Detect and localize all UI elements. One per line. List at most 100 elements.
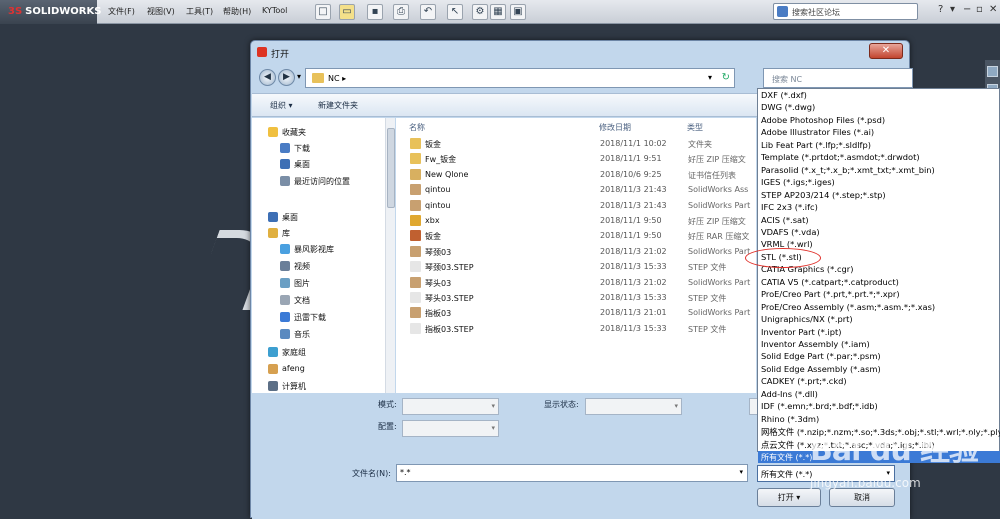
refresh-icon[interactable]: ↻ <box>722 72 730 83</box>
navigation-scrollbar[interactable] <box>385 118 395 393</box>
rebuild-icon[interactable]: ⚙ <box>472 4 488 20</box>
file-type-option[interactable]: Unigraphics/NX (*.prt) <box>761 314 853 326</box>
cancel-button[interactable]: 取消 <box>829 488 895 507</box>
nav-item[interactable]: afeng <box>252 361 380 377</box>
file-type-option[interactable]: CADKEY (*.prt;*.ckd) <box>761 376 847 388</box>
file-name: 钣金 <box>425 140 441 149</box>
display-state-select[interactable]: ▾ <box>585 398 682 415</box>
file-row[interactable]: 钣金 2018/11/1 9:50 好压 RAR 压缩文 <box>396 228 756 243</box>
help-icon[interactable]: ? <box>938 4 943 15</box>
nav-item[interactable]: 文档 <box>252 292 380 308</box>
file-row[interactable]: 指板03.STEP 2018/11/3 15:33 STEP 文件 <box>396 321 756 336</box>
breadcrumb[interactable]: NC ▸ <box>328 74 346 83</box>
open-folder-icon[interactable]: ▭ <box>339 4 355 20</box>
file-row[interactable]: qintou 2018/11/3 21:43 SolidWorks Ass <box>396 182 756 197</box>
file-row[interactable]: 琴颈03.STEP 2018/11/3 15:33 STEP 文件 <box>396 259 756 274</box>
nav-item[interactable]: 下载 <box>252 140 380 156</box>
new-document-icon[interactable]: □ <box>315 4 331 20</box>
file-type-option[interactable]: DWG (*.dwg) <box>761 102 815 114</box>
restore-icon[interactable]: ▫ <box>976 4 983 15</box>
nav-item[interactable]: 暴风影视库 <box>252 241 380 257</box>
address-bar[interactable]: NC ▸ ▾ ↻ <box>305 68 735 88</box>
folder-search-input[interactable]: 搜索 NC <box>763 68 913 88</box>
nav-item[interactable]: 最近访问的位置 <box>252 173 380 189</box>
close-app-icon[interactable]: ✕ <box>989 4 997 15</box>
column-date-header[interactable]: 修改日期 <box>599 118 631 134</box>
config-select[interactable]: ▾ <box>402 420 499 437</box>
file-type-option[interactable]: ProE/Creo Part (*.prt,*.prt.*;*.xpr) <box>761 289 900 301</box>
file-type-option[interactable]: Adobe Illustrator Files (*.ai) <box>761 127 874 139</box>
file-type-option[interactable]: Inventor Assembly (*.iam) <box>761 339 870 351</box>
file-type-option[interactable]: DXF (*.dxf) <box>761 90 807 102</box>
solidworks-logo[interactable]: 3S SOLIDWORKS <box>0 0 101 24</box>
dialog-close-button[interactable]: ✕ <box>869 43 903 59</box>
new-folder-button[interactable]: 新建文件夹 <box>318 100 358 111</box>
menu-kytool[interactable]: KYTool <box>262 6 287 15</box>
scrollbar-thumb[interactable] <box>387 128 395 208</box>
back-icon[interactable]: ◀ <box>259 69 276 86</box>
file-type-option[interactable]: Rhino (*.3dm) <box>761 414 819 426</box>
column-name-header[interactable]: 名称 <box>409 118 425 134</box>
file-row[interactable]: qintou 2018/11/3 21:43 SolidWorks Part <box>396 198 756 213</box>
file-type-option[interactable]: Lib Feat Part (*.lfp;*.sldlfp) <box>761 140 871 152</box>
file-type-option[interactable]: Parasolid (*.x_t;*.x_b;*.xmt_txt;*.xmt_b… <box>761 165 935 177</box>
file-row[interactable]: Fw_钣金 2018/11/1 9:51 好压 ZIP 压缩文 <box>396 151 756 166</box>
file-type-option[interactable]: CATIA V5 (*.catpart;*.catproduct) <box>761 277 899 289</box>
menu-tools[interactable]: 工具(T) <box>186 6 213 17</box>
menu-help[interactable]: 帮助(H) <box>223 6 251 17</box>
file-type-option[interactable]: Adobe Photoshop Files (*.psd) <box>761 115 885 127</box>
file-row[interactable]: 琴颈03 2018/11/3 21:02 SolidWorks Part <box>396 244 756 259</box>
column-type-header[interactable]: 类型 <box>687 118 703 134</box>
file-row[interactable]: 琴头03 2018/11/3 21:02 SolidWorks Part <box>396 275 756 290</box>
help-dropdown-icon[interactable]: ▾ <box>950 4 955 15</box>
nav-item[interactable]: 音乐 <box>252 326 380 342</box>
file-row[interactable]: 指板03 2018/11/3 21:01 SolidWorks Part <box>396 305 756 320</box>
nav-item[interactable]: 收藏夹 <box>252 124 380 140</box>
nav-item[interactable]: 库 <box>252 225 380 241</box>
file-row[interactable]: xbx 2018/11/1 9:50 好压 ZIP 压缩文 <box>396 213 756 228</box>
filename-input[interactable]: *.* ▾ <box>396 464 748 482</box>
open-button[interactable]: 打开 ▾ <box>757 488 821 507</box>
print-icon[interactable]: ⎙ <box>393 4 409 20</box>
file-type-option[interactable]: Template (*.prtdot;*.asmdot;*.drwdot) <box>761 152 920 164</box>
nav-item[interactable]: 计算机 <box>252 378 380 394</box>
file-row[interactable]: 琴头03.STEP 2018/11/3 15:33 STEP 文件 <box>396 290 756 305</box>
file-type-option[interactable]: ACIS (*.sat) <box>761 215 809 227</box>
community-search-input[interactable]: 搜索社区论坛 <box>773 3 918 20</box>
nav-item[interactable]: 家庭组 <box>252 344 380 360</box>
menu-file[interactable]: 文件(F) <box>108 6 135 17</box>
nav-item[interactable]: 图片 <box>252 275 380 291</box>
file-type-option[interactable]: Inventor Part (*.ipt) <box>761 327 841 339</box>
nav-item[interactable]: 视频 <box>252 258 380 274</box>
organize-button[interactable]: 组织 ▾ <box>270 100 293 111</box>
nav-item[interactable]: 迅雷下载 <box>252 309 380 325</box>
chevron-down-icon[interactable]: ▾ <box>796 493 800 502</box>
undo-icon[interactable]: ↶ <box>420 4 436 20</box>
save-icon[interactable]: ▪ <box>367 4 383 20</box>
file-row[interactable]: 钣金 2018/11/1 10:02 文件夹 <box>396 136 756 151</box>
chevron-down-icon[interactable]: ▾ <box>739 468 743 476</box>
screen-icon[interactable]: ▣ <box>510 4 526 20</box>
nav-item[interactable]: 桌面 <box>252 156 380 172</box>
file-type-option[interactable]: Solid Edge Part (*.par;*.psm) <box>761 351 881 363</box>
file-type-option[interactable]: IGES (*.igs;*.iges) <box>761 177 835 189</box>
mode-select[interactable]: ▾ <box>402 398 499 415</box>
task-pane-tab[interactable] <box>987 66 998 77</box>
menu-view[interactable]: 视图(V) <box>147 6 175 17</box>
nav-item[interactable]: 桌面 <box>252 209 380 225</box>
file-type-option[interactable]: STEP AP203/214 (*.step;*.stp) <box>761 190 886 202</box>
file-type-option[interactable]: ProE/Creo Assembly (*.asm;*.asm.*;*.xas) <box>761 302 935 314</box>
file-type-option[interactable]: IDF (*.emn;*.brd;*.bdf;*.idb) <box>761 401 878 413</box>
file-row[interactable]: New Qlone 2018/10/6 9:25 证书信任列表 <box>396 167 756 182</box>
filename-label: 文件名(N): <box>352 469 391 478</box>
select-icon[interactable]: ↖ <box>447 4 463 20</box>
forward-icon[interactable]: ▶ <box>278 69 295 86</box>
file-type-option[interactable]: VDAFS (*.vda) <box>761 227 820 239</box>
file-type-option[interactable]: Add-Ins (*.dll) <box>761 389 818 401</box>
file-type-option[interactable]: Solid Edge Assembly (*.asm) <box>761 364 881 376</box>
address-dropdown-icon[interactable]: ▾ <box>708 73 712 82</box>
history-dropdown-icon[interactable]: ▾ <box>297 72 301 81</box>
minimize-icon[interactable]: − <box>963 4 971 15</box>
options-icon[interactable]: ▦ <box>490 4 506 20</box>
file-type-option[interactable]: IFC 2x3 (*.ifc) <box>761 202 818 214</box>
